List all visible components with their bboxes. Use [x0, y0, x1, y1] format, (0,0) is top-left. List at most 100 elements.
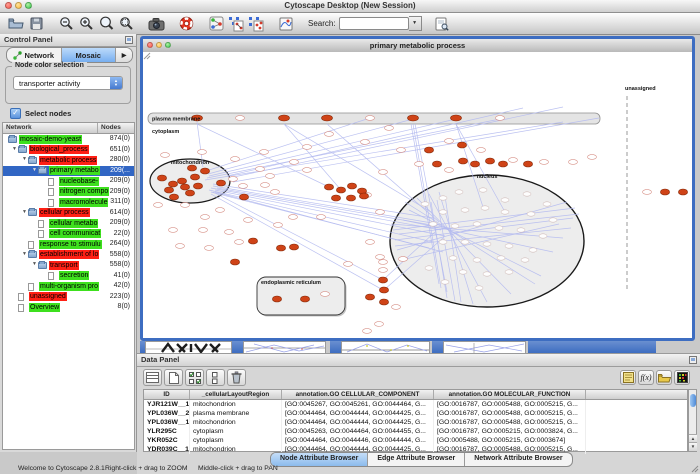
node[interactable]: [392, 305, 401, 310]
column-header-cellular-component[interactable]: annotation.GO CELLULAR_COMPONENT: [282, 390, 434, 399]
node[interactable]: [540, 160, 549, 165]
node-selected[interactable]: [193, 183, 202, 189]
background-window-edge[interactable]: [330, 341, 341, 353]
zoom-out-icon[interactable]: [56, 15, 76, 33]
node[interactable]: [244, 218, 253, 223]
tree-row[interactable]: ▼establishment of lo558(0): [3, 250, 134, 261]
node-selected[interactable]: [470, 161, 479, 167]
node-selected[interactable]: [157, 175, 166, 181]
tree-row[interactable]: ▼cellular process614(0): [3, 208, 134, 219]
attribute-table-icon[interactable]: [143, 369, 162, 386]
node[interactable]: [325, 132, 334, 137]
matrix-icon[interactable]: [674, 370, 690, 385]
app-resize-grip[interactable]: [691, 465, 699, 473]
node-selected[interactable]: [200, 168, 209, 174]
node-selected[interactable]: [322, 115, 333, 121]
tree-row[interactable]: cell communicat22(0): [3, 229, 134, 240]
node-selected[interactable]: [458, 158, 467, 164]
help-icon[interactable]: [176, 15, 196, 33]
node[interactable]: [495, 226, 503, 230]
formula-icon[interactable]: f(x): [638, 370, 654, 385]
node[interactable]: [439, 210, 447, 214]
cell-cellular-component[interactable]: [GO:0044464, GO:0044444, GO:0044425, G..…: [282, 418, 434, 427]
tree-row[interactable]: nucleobase-209(0): [3, 176, 134, 187]
node[interactable]: [274, 223, 283, 228]
expander-icon[interactable]: ▼: [12, 146, 17, 152]
cell-molecular-function[interactable]: [GO:0005488, GO:0005215, GO:0003674]: [434, 436, 586, 445]
node[interactable]: [181, 203, 190, 208]
node-selected[interactable]: [279, 115, 290, 121]
node[interactable]: [473, 258, 481, 262]
table-row[interactable]: YKR052Ccytoplasm[GO:0044464, GO:0044446,…: [144, 436, 687, 445]
edit-layout-icon[interactable]: [246, 15, 266, 33]
node[interactable]: [439, 196, 447, 200]
node[interactable]: [366, 116, 375, 121]
node-selected[interactable]: [523, 161, 532, 167]
tree-row[interactable]: multi-organism pro42(0): [3, 281, 134, 292]
open-icon[interactable]: [6, 15, 26, 33]
node[interactable]: [497, 256, 505, 260]
node[interactable]: [154, 203, 163, 208]
node[interactable]: [385, 126, 394, 131]
node[interactable]: [399, 257, 408, 262]
tab-network[interactable]: Network: [7, 48, 62, 62]
region-label[interactable]: plasma membrane: [152, 117, 200, 123]
cell-id[interactable]: YPL036W__1: [144, 418, 190, 427]
node[interactable]: [379, 170, 388, 175]
node[interactable]: [421, 202, 429, 206]
node[interactable]: [321, 292, 330, 297]
node-selected[interactable]: [336, 187, 345, 193]
node[interactable]: [260, 150, 269, 155]
apply-layout-icon[interactable]: [226, 15, 246, 33]
node-selected[interactable]: [272, 296, 281, 302]
cell-region[interactable]: cytoplasm: [190, 427, 282, 436]
background-window-thumbnail[interactable]: [443, 341, 526, 353]
snapshot-icon[interactable]: [146, 15, 166, 33]
node[interactable]: [229, 177, 238, 182]
node-selected[interactable]: [230, 259, 239, 265]
cell-cellular-component[interactable]: [GO:0045263, GO:0044464, GO:0044455, G..…: [282, 427, 434, 436]
node[interactable]: [549, 218, 557, 222]
cell-cellular-component[interactable]: [GO:0044464, GO:0044444, GO:0044425, G..…: [282, 409, 434, 418]
node-selected[interactable]: [289, 244, 298, 250]
node-selected[interactable]: [408, 115, 419, 121]
node[interactable]: [505, 244, 513, 248]
node[interactable]: [483, 242, 491, 246]
cell-region[interactable]: mitochondrion: [190, 400, 282, 409]
background-window-edge[interactable]: [528, 341, 656, 353]
search-dropdown-icon[interactable]: ▼: [409, 16, 422, 31]
window-resize-grip[interactable]: [143, 52, 151, 60]
column-header-id[interactable]: ID: [144, 390, 190, 399]
node[interactable]: [216, 208, 225, 213]
node[interactable]: [266, 174, 275, 179]
node-selected[interactable]: [424, 147, 433, 153]
cell-cellular-component[interactable]: [GO:0044464, GO:0044446, GO:0044444, G..…: [282, 436, 434, 445]
node[interactable]: [505, 270, 513, 274]
tab-mosaic[interactable]: Mosaic: [62, 48, 117, 62]
node-selected[interactable]: [324, 184, 333, 190]
node-selected[interactable]: [485, 158, 494, 164]
node[interactable]: [379, 260, 388, 265]
node[interactable]: [236, 116, 245, 121]
tree-column-nodes[interactable]: Nodes: [101, 124, 121, 131]
node[interactable]: [415, 162, 424, 167]
expander-icon[interactable]: ▼: [22, 156, 27, 162]
tree-row[interactable]: ▼biological_process651(0): [3, 145, 134, 156]
tree-row[interactable]: ▼metabolic process280(0): [3, 155, 134, 166]
node[interactable]: [461, 208, 469, 212]
tree-row[interactable]: response to stimulu264(0): [3, 239, 134, 250]
tree-column-divider[interactable]: [97, 123, 98, 133]
node[interactable]: [473, 222, 481, 226]
cell-molecular-function[interactable]: [GO:0016787, GO:0005488, GO:0005215, G..…: [434, 409, 586, 418]
cell-id[interactable]: YLR295C: [144, 427, 190, 436]
tree-row[interactable]: nitrogen compo209(0): [3, 187, 134, 198]
node[interactable]: [271, 190, 280, 195]
tree-row[interactable]: Overview8(0): [3, 302, 134, 313]
expander-icon[interactable]: ▼: [32, 167, 37, 173]
node-selected[interactable]: [365, 294, 374, 300]
save-icon[interactable]: [26, 15, 46, 33]
node[interactable]: [199, 228, 208, 233]
node[interactable]: [439, 240, 447, 244]
node[interactable]: [539, 234, 547, 238]
node[interactable]: [256, 167, 265, 172]
